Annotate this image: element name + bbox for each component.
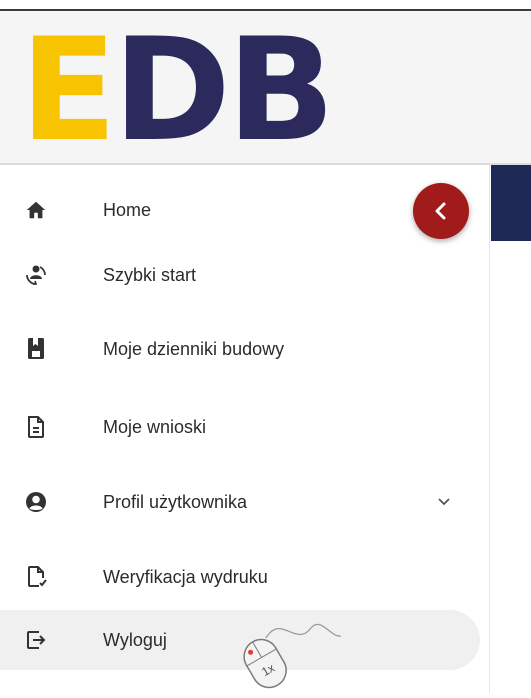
sidebar-item-label: Moje wnioski — [103, 416, 207, 437]
sidebar-item-label: Profil użytkownika — [103, 491, 248, 512]
sidebar-item-label: Szybki start — [103, 264, 197, 285]
sidebar-item-label: Home — [103, 199, 152, 220]
user-circle-icon — [22, 488, 50, 516]
collapse-sidebar-button[interactable] — [413, 183, 469, 239]
sidebar-item-moje-dzienniki-budowy[interactable]: Moje dzienniki budowy — [0, 319, 480, 379]
chevron-down-icon[interactable] — [434, 492, 454, 512]
sidebar-item-label: Weryfikacja wydruku — [103, 566, 268, 587]
logout-icon — [22, 626, 50, 654]
home-icon — [22, 196, 50, 224]
mouse-click-indicator: 1x — [236, 608, 346, 693]
top-bar-band — [491, 165, 531, 241]
book-icon — [22, 335, 50, 363]
document-check-icon — [22, 563, 50, 591]
sidebar-item-profil-uzytkownika[interactable]: Profil użytkownika — [0, 472, 480, 532]
edb-logo[interactable]: EDB — [20, 20, 335, 162]
sidebar-item-label: Moje dzienniki budowy — [103, 338, 285, 359]
sidebar-item-szybki-start[interactable]: Szybki start — [0, 245, 480, 305]
sidebar-item-moje-wnioski[interactable]: Moje wnioski — [0, 397, 480, 457]
chevron-left-icon — [431, 201, 451, 221]
sidebar-item-label: Wyloguj — [103, 629, 167, 650]
app-header: EDB — [0, 11, 531, 165]
document-icon — [22, 413, 50, 441]
sidebar-item-home[interactable]: Home — [0, 180, 480, 240]
sidebar-item-weryfikacja-wydruku[interactable]: Weryfikacja wydruku — [0, 547, 480, 607]
quick-start-icon — [22, 261, 50, 289]
